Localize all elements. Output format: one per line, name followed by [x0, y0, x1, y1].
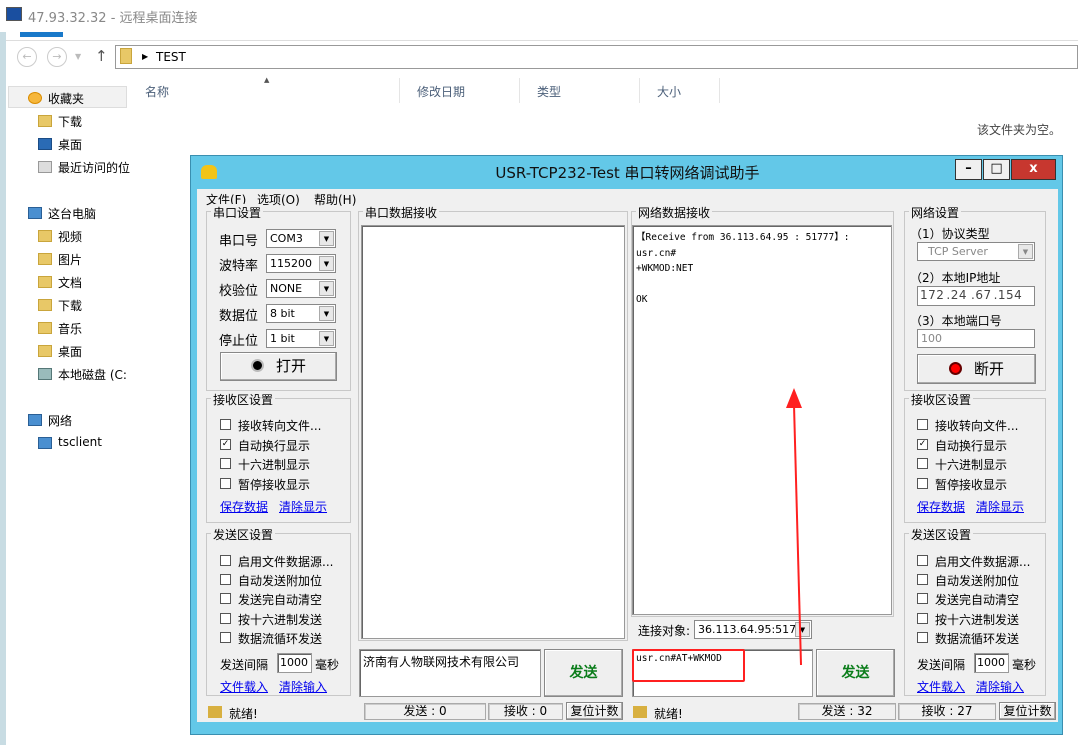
annotation-arrow-head — [786, 388, 802, 408]
annotation-arrow-line — [793, 404, 802, 666]
annotation-layer — [786, 388, 802, 666]
